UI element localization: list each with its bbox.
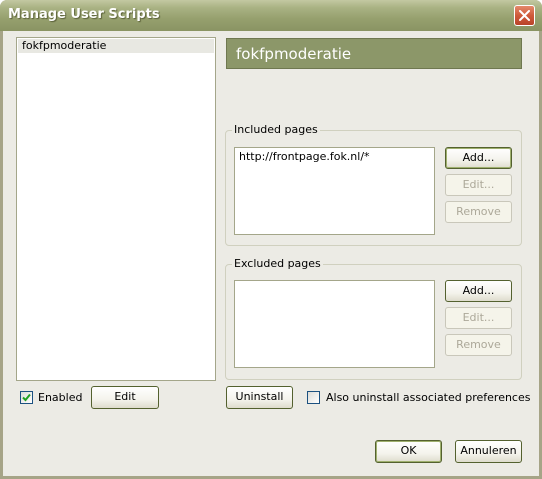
- close-button[interactable]: [514, 5, 535, 26]
- uninstall-button[interactable]: Uninstall: [226, 386, 293, 409]
- close-icon: [519, 10, 530, 21]
- enabled-label[interactable]: Enabled: [38, 391, 82, 405]
- excluded-pages-label: Excluded pages: [232, 257, 323, 271]
- checkmark-icon: [22, 393, 31, 402]
- uninstall-prefs-checkbox[interactable]: [307, 391, 320, 404]
- included-page-item[interactable]: http://frontpage.fok.nl/*: [239, 150, 370, 164]
- excluded-edit-button[interactable]: Edit...: [445, 307, 512, 329]
- window-title: Manage User Scripts: [8, 7, 160, 22]
- scripts-list[interactable]: fokfpmoderatie: [16, 37, 216, 381]
- edit-script-button[interactable]: Edit: [91, 386, 159, 409]
- excluded-pages-list[interactable]: [234, 280, 435, 368]
- included-pages-group: Included pages http://frontpage.fok.nl/*…: [225, 123, 522, 246]
- enabled-checkbox[interactable]: [20, 391, 33, 404]
- script-name-header: fokfpmoderatie: [226, 38, 522, 69]
- excluded-remove-button[interactable]: Remove: [445, 334, 512, 356]
- cancel-button[interactable]: Annuleren: [455, 440, 522, 463]
- ok-button[interactable]: OK: [375, 440, 442, 463]
- included-remove-button[interactable]: Remove: [445, 201, 512, 223]
- manage-user-scripts-dialog: Manage User Scripts fokfpmoderatie fokfp…: [0, 0, 542, 479]
- included-add-button[interactable]: Add...: [445, 147, 512, 169]
- included-pages-list[interactable]: http://frontpage.fok.nl/*: [234, 147, 435, 235]
- uninstall-prefs-label[interactable]: Also uninstall associated preferences: [326, 391, 530, 405]
- included-edit-button[interactable]: Edit...: [445, 174, 512, 196]
- included-pages-label: Included pages: [232, 123, 320, 137]
- dialog-body: fokfpmoderatie fokfpmoderatie Included p…: [3, 31, 539, 476]
- script-list-item[interactable]: fokfpmoderatie: [18, 39, 214, 53]
- title-bar[interactable]: Manage User Scripts: [0, 0, 542, 31]
- excluded-pages-group: Excluded pages Add... Edit... Remove: [225, 257, 522, 380]
- excluded-add-button[interactable]: Add...: [445, 280, 512, 302]
